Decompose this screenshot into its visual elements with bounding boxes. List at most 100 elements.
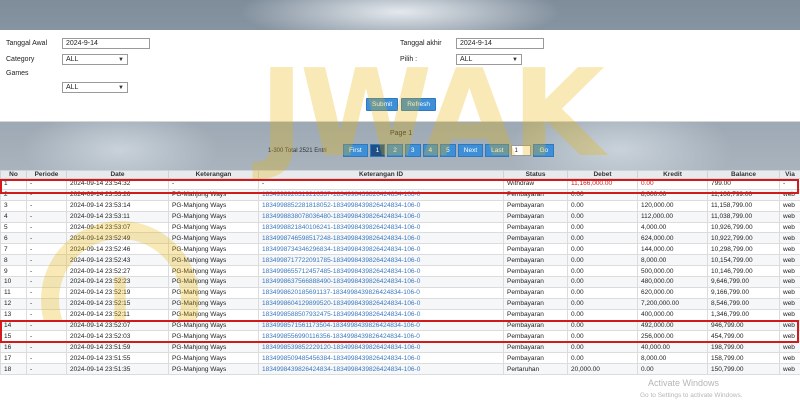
- cell-keterangan-id[interactable]: 1834998620185691137-1834998439826424834-…: [258, 286, 504, 299]
- cell-via: web: [779, 210, 800, 223]
- cell-keterangan-id[interactable]: 1834998852281818052-1834998439826424834-…: [258, 199, 504, 212]
- tanggal-akhir-input[interactable]: 2024-9-14: [456, 38, 544, 49]
- cell-status: Pembayaran: [503, 330, 568, 343]
- cell-via: web: [779, 297, 800, 310]
- cell-keterangan-id[interactable]: 1834998734346296834-1834998439826424834-…: [258, 243, 504, 256]
- table-body: 1-2024-09-14 23:54:32- - Withdraw 11,166,00…: [0, 178, 800, 376]
- cell-keterangan-id[interactable]: 1834998604129899520-1834998439826424834-…: [258, 297, 504, 310]
- cell-no: 9: [0, 265, 27, 278]
- page-label: Page 1: [390, 130, 413, 137]
- table-row[interactable]: 11-2024-09-14 23:52:19 PG-Mahjong Ways 183…: [0, 286, 800, 299]
- cell-date: 2024-09-14 23:52:03: [66, 330, 169, 343]
- games-label: Games: [6, 70, 29, 77]
- table-row[interactable]: 2-2024-09-14 23:53:26 PG-Mahjong Ways 1834…: [0, 188, 800, 201]
- cell-keterangan-id[interactable]: 1834998746598517248-1834998439826424834-…: [258, 232, 504, 245]
- table-row[interactable]: 4-2024-09-14 23:53:11 PG-Mahjong Ways 1834…: [0, 210, 800, 223]
- cell-balance: 799.00: [707, 178, 780, 190]
- tanggal-awal-row: Tanggal Awal 2024-9-14: [6, 38, 150, 49]
- table-row[interactable]: 18-2024-09-14 23:51:35 PG-Mahjong Ways 183…: [0, 363, 800, 376]
- category-select[interactable]: ALL ▼: [62, 54, 128, 65]
- page-button-3[interactable]: 3: [404, 144, 421, 157]
- games-select[interactable]: ALL ▼: [62, 82, 128, 93]
- cell-status: Pembayaran: [503, 319, 568, 332]
- cell-keterangan: PG-Mahjong Ways: [168, 308, 259, 321]
- cell-keterangan-id[interactable]: 1834998655712457485-1834998439826424834-…: [258, 265, 504, 278]
- table-row[interactable]: 6-2024-09-14 23:52:49 PG-Mahjong Ways 1834…: [0, 232, 800, 245]
- cell-no: 17: [0, 352, 27, 365]
- table-row[interactable]: 12-2024-09-14 23:52:15 PG-Mahjong Ways 183…: [0, 297, 800, 310]
- cell-keterangan: PG-Mahjong Ways: [168, 265, 259, 278]
- submit-button[interactable]: Submit: [366, 98, 399, 111]
- cell-keterangan: PG-Mahjong Ways: [168, 352, 259, 365]
- column-header-debet: Debet: [567, 170, 638, 179]
- cell-keterangan-id[interactable]: 1834998439826424834-1834998439826424834-…: [258, 363, 504, 376]
- cell-status: Pembayaran: [503, 341, 568, 354]
- cell-keterangan: PG-Mahjong Ways: [168, 276, 259, 288]
- tanggal-akhir-label: Tanggal akhir: [400, 40, 442, 47]
- table-row[interactable]: 5-2024-09-14 23:53:07 PG-Mahjong Ways 1834…: [0, 221, 800, 234]
- cell-keterangan-id[interactable]: 1834998588507932475-1834998439826424834-…: [258, 308, 504, 321]
- table-row[interactable]: 15-2024-09-14 23:52:03 PG-Mahjong Ways 183…: [0, 330, 800, 343]
- cell-keterangan-id[interactable]: 1834998717722091785-1834998439826424834-…: [258, 254, 504, 267]
- cell-kredit: 120,000.00: [637, 199, 708, 212]
- table-row[interactable]: 14-2024-09-14 23:52:07 PG-Mahjong Ways 183…: [0, 319, 800, 332]
- pilih-select[interactable]: ALL ▼: [456, 54, 522, 65]
- page-button-4[interactable]: 4: [422, 144, 439, 157]
- cell-no: 1: [0, 178, 27, 190]
- table-row[interactable]: 9-2024-09-14 23:52:27 PG-Mahjong Ways 1834…: [0, 265, 800, 278]
- cell-balance: 11,158,799.00: [707, 199, 780, 212]
- cell-kredit: 492,000.00: [637, 319, 708, 332]
- cell-keterangan-id[interactable]: 1834998838078036480-1834998439826424834-…: [258, 210, 504, 223]
- cell-keterangan-id: -: [258, 178, 504, 190]
- cell-keterangan-id[interactable]: 1834998509485456384-1834998439826424834-…: [258, 352, 504, 365]
- table-row[interactable]: 17-2024-09-14 23:51:55 PG-Mahjong Ways 183…: [0, 352, 800, 365]
- refresh-button[interactable]: Refresh: [401, 98, 436, 111]
- table-row[interactable]: 3-2024-09-14 23:53:14 PG-Mahjong Ways 1834…: [0, 199, 800, 212]
- cell-keterangan: PG-Mahjong Ways: [168, 297, 259, 310]
- tanggal-awal-input[interactable]: 2024-9-14: [62, 38, 150, 49]
- chevron-down-icon: ▼: [118, 84, 124, 91]
- cell-balance: 10,922,799.00: [707, 232, 780, 245]
- cell-balance: 10,146,799.00: [707, 265, 780, 278]
- cell-debet: 0.00: [567, 352, 638, 365]
- cell-keterangan-id[interactable]: 1834998637566888490-1834998439826424834-…: [258, 276, 504, 288]
- cell-date: 2024-09-14 23:52:49: [66, 232, 169, 245]
- cell-keterangan-id[interactable]: 1834998539852229120-1834998439826424834-…: [258, 341, 504, 354]
- column-header-via: Via: [779, 170, 800, 179]
- page-button-5[interactable]: 5: [440, 144, 456, 157]
- cell-kredit: 8,000.00: [637, 188, 708, 201]
- last-page-button[interactable]: Last: [485, 144, 510, 157]
- page-button-1[interactable]: 1: [369, 144, 386, 157]
- cell-kredit: 624,000.00: [637, 232, 708, 245]
- table-row[interactable]: 10-2024-09-14 23:52:23 PG-Mahjong Ways 183…: [0, 276, 800, 288]
- pilih-select-value: ALL: [460, 56, 473, 63]
- cell-keterangan-id[interactable]: 1834998920319216537-1834998439826424834-…: [258, 188, 504, 201]
- cell-no: 3: [0, 199, 27, 212]
- column-header-no: No: [0, 170, 27, 179]
- category-select-value: ALL: [66, 56, 79, 63]
- cell-no: 18: [0, 363, 27, 376]
- goto-page-input[interactable]: 1: [511, 145, 532, 156]
- next-page-button[interactable]: Next: [457, 144, 484, 157]
- cell-balance: 1,346,799.00: [707, 308, 780, 321]
- cell-date: 2024-09-14 23:52:19: [66, 286, 169, 299]
- table-row[interactable]: 1-2024-09-14 23:54:32- - Withdraw 11,166,00…: [0, 178, 800, 190]
- cell-keterangan-id[interactable]: 1834998821840106241-1834998439826424834-…: [258, 221, 504, 234]
- table-row[interactable]: 16-2024-09-14 23:51:59 PG-Mahjong Ways 183…: [0, 341, 800, 354]
- cell-keterangan: PG-Mahjong Ways: [168, 221, 259, 234]
- cell-periode: -: [26, 199, 67, 212]
- cell-via: web: [779, 352, 800, 365]
- table-row[interactable]: 7-2024-09-14 23:52:46 PG-Mahjong Ways 1834…: [0, 243, 800, 256]
- cell-balance: 454,799.00: [707, 330, 780, 343]
- cell-via: web: [779, 188, 800, 201]
- cell-keterangan-id[interactable]: 1834998556990116356-1834998439826424834-…: [258, 330, 504, 343]
- page-button-2[interactable]: 2: [387, 144, 403, 157]
- go-button[interactable]: Go: [533, 144, 555, 157]
- table-row[interactable]: 8-2024-09-14 23:52:43 PG-Mahjong Ways 1834…: [0, 254, 800, 267]
- table-row[interactable]: 13-2024-09-14 23:52:11 PG-Mahjong Ways 183…: [0, 308, 800, 321]
- cell-keterangan-id[interactable]: 1834998571561173504-1834998439826424834-…: [258, 319, 504, 332]
- cell-status: Pembayaran: [503, 188, 568, 201]
- first-page-button[interactable]: First: [343, 144, 368, 157]
- cell-periode: -: [26, 265, 67, 278]
- cell-via: web: [779, 319, 800, 332]
